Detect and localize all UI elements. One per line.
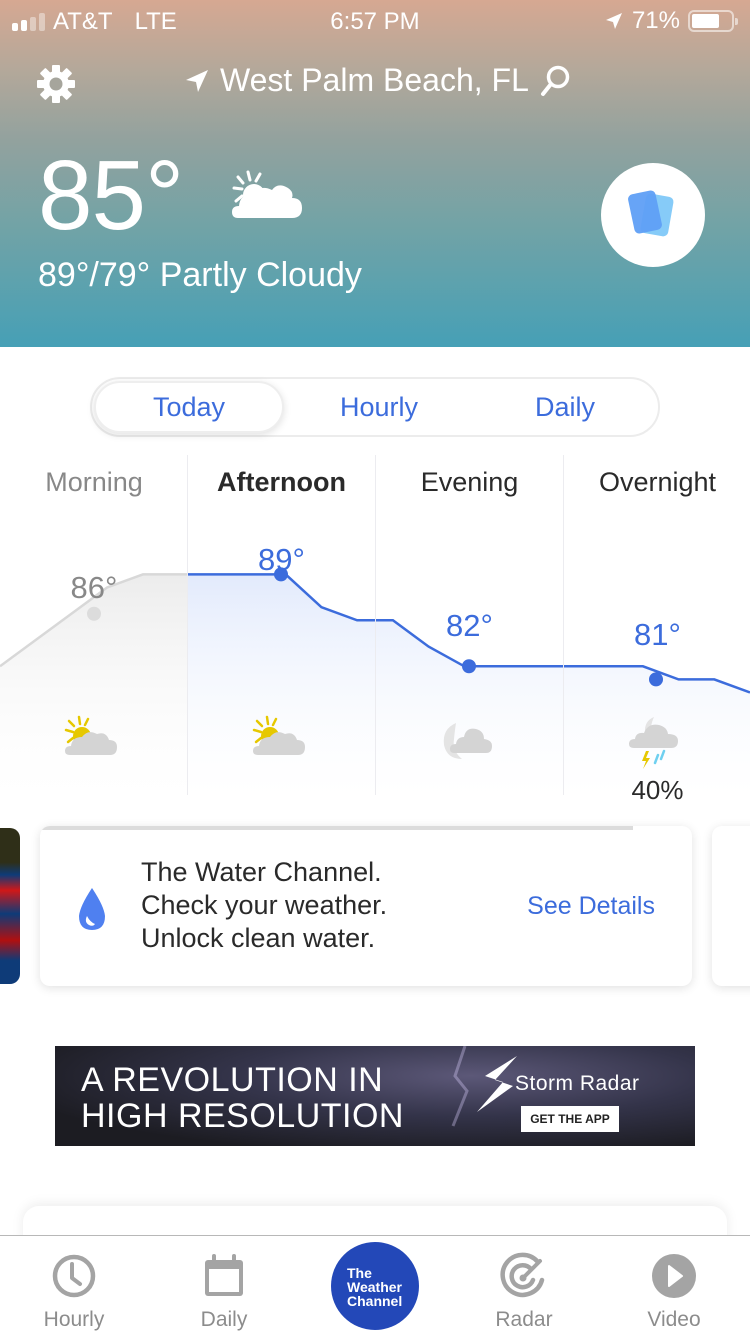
play-icon <box>652 1254 696 1298</box>
period-label: Overnight <box>598 467 717 497</box>
period-label: Morning <box>45 467 143 497</box>
period-temp: 89° <box>258 542 305 577</box>
tab-label: Video <box>647 1308 701 1331</box>
tab-today[interactable]: Today <box>94 381 284 433</box>
location-services-icon <box>605 13 622 29</box>
day-periods: Morning 86° Afternoon 89° Evening 82° Ov… <box>0 455 750 805</box>
partly-cloudy-day-icon <box>64 715 117 755</box>
view-segmented-control: Today Hourly Daily <box>90 377 660 437</box>
hero-header: AT&T LTE 6:57 PM 71% West Palm Beach, FL… <box>0 0 750 347</box>
cards-button[interactable] <box>601 163 705 267</box>
tab-label: Radar <box>495 1308 553 1331</box>
period-overnight[interactable]: Overnight 81° 40% <box>563 455 750 805</box>
ad-headline-line: A REVOLUTION IN <box>81 1061 384 1099</box>
next-card-peek[interactable] <box>712 826 750 986</box>
storm-radar-ad[interactable]: A REVOLUTION IN HIGH RESOLUTION Storm Ra… <box>55 1046 695 1146</box>
tab-hourly[interactable]: Hourly <box>286 379 472 435</box>
gear-icon[interactable] <box>34 62 78 106</box>
partly-cloudy-day-icon <box>232 170 302 218</box>
get-the-app-button[interactable]: GET THE APP <box>521 1106 619 1132</box>
period-evening[interactable]: Evening 82° <box>375 455 563 795</box>
current-temperature: 85° <box>38 140 184 250</box>
status-bar: AT&T LTE 6:57 PM 71% <box>0 0 750 40</box>
tab-daily-nav[interactable]: Daily <box>164 1236 284 1334</box>
water-drop-icon <box>79 888 105 930</box>
logo-text: The <box>347 1265 372 1281</box>
period-morning[interactable]: Morning 86° <box>0 455 188 795</box>
ad-headline-line: HIGH RESOLUTION <box>81 1097 404 1135</box>
location-selector[interactable]: West Palm Beach, FL <box>184 62 571 99</box>
tab-hourly-nav[interactable]: Hourly <box>14 1236 134 1334</box>
period-temp: 82° <box>446 608 493 643</box>
radar-icon <box>500 1252 545 1298</box>
logo-text: Weather <box>347 1279 402 1295</box>
carousel-progress <box>40 826 634 830</box>
location-arrow-icon <box>186 69 208 92</box>
tab-radar-nav[interactable]: Radar <box>464 1236 584 1334</box>
ad-brand: Storm Radar <box>515 1072 640 1095</box>
promo-message: The Water Channel. Check your weather. U… <box>141 856 387 955</box>
partly-cloudy-night-icon <box>443 723 492 759</box>
battery-percent: 71% <box>631 7 680 34</box>
promo-line: Unlock clean water. <box>141 923 376 953</box>
period-afternoon[interactable]: Afternoon 89° <box>187 455 375 795</box>
search-icon[interactable] <box>539 64 571 98</box>
period-label: Afternoon <box>217 467 346 497</box>
clock-icon <box>52 1254 96 1298</box>
tab-label: Hourly <box>43 1308 105 1331</box>
thunderstorm-night-icon <box>628 717 678 769</box>
partly-cloudy-day-icon <box>252 715 305 755</box>
high-low-condition: 89°/79° Partly Cloudy <box>38 256 362 294</box>
ad-headline: A REVOLUTION IN HIGH RESOLUTION <box>81 1062 404 1134</box>
battery-icon <box>688 10 738 32</box>
tab-label: Daily <box>200 1308 248 1331</box>
water-channel-card[interactable]: The Water Channel. Check your weather. U… <box>40 826 692 986</box>
see-details-link[interactable]: See Details <box>527 892 655 921</box>
calendar-icon <box>205 1254 243 1296</box>
tab-video-nav[interactable]: Video <box>614 1236 734 1334</box>
promo-line: The Water Channel. <box>141 857 382 887</box>
period-temp: 86° <box>70 570 118 605</box>
weather-channel-logo-button[interactable]: The Weather Channel <box>331 1242 419 1330</box>
location-name: West Palm Beach, FL <box>220 62 529 98</box>
cards-icon <box>628 190 674 237</box>
promo-line: Check your weather. <box>141 890 388 920</box>
period-temp: 81° <box>634 617 681 652</box>
period-label: Evening <box>420 467 519 497</box>
precip-chance: 40% <box>631 775 684 805</box>
logo-text: Channel <box>347 1293 403 1309</box>
previous-card-thumbnail[interactable] <box>0 828 20 984</box>
storm-radar-logo-icon <box>477 1056 517 1112</box>
tab-daily[interactable]: Daily <box>472 379 658 435</box>
